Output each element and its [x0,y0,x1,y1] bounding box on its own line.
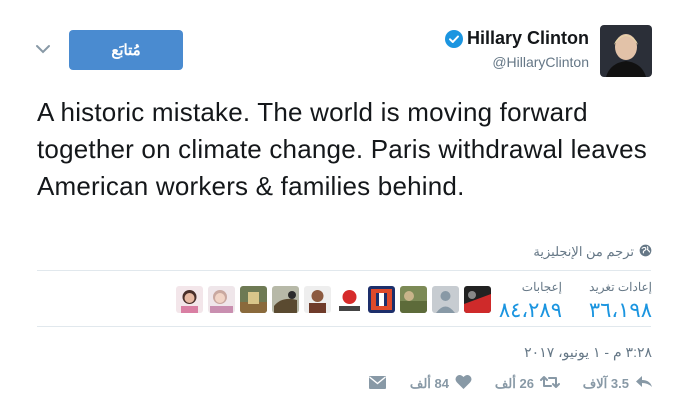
heart-icon [455,374,472,393]
avatar[interactable] [600,25,652,77]
display-name[interactable]: Hillary Clinton [467,28,589,49]
retweets-value[interactable]: ٣٦،١٩٨ [589,298,652,323]
globe-icon [639,244,652,260]
translate-label[interactable]: ترجم من الإنجليزية [533,244,634,260]
retweet-count: 26 ألف [494,375,534,391]
tweet-timestamp[interactable]: ٣:٢٨ م - ١ يونيو، ٢٠١٧ [524,344,652,361]
likes-stat[interactable]: إعجابات ٨٤،٢٨٩ [499,280,562,323]
divider [37,326,651,327]
liker-avatar[interactable] [464,286,491,313]
author-name[interactable]: Hillary Clinton [444,28,589,49]
reply-count: 3.5 آلاف [582,375,629,391]
liker-avatar[interactable] [336,286,363,313]
liker-avatar[interactable] [304,286,331,313]
direct-message-button[interactable] [368,375,387,393]
liker-avatar[interactable] [432,286,459,313]
like-count: 84 ألف [409,375,449,391]
liker-avatar[interactable] [240,286,267,313]
following-button[interactable]: مُتابَع [69,30,183,70]
liker-avatar[interactable] [176,286,203,313]
user-handle[interactable]: @HillaryClinton [492,54,589,70]
retweet-icon [539,374,560,393]
liker-avatar[interactable] [272,286,299,313]
reply-icon [635,374,653,393]
chevron-down-icon[interactable] [34,40,52,58]
likes-value[interactable]: ٨٤،٢٨٩ [499,298,562,323]
translate-link[interactable]: ترجم من الإنجليزية [533,244,652,260]
liker-avatar[interactable] [368,286,395,313]
reply-button[interactable]: 3.5 آلاف [583,374,653,393]
liker-avatar[interactable] [400,286,427,313]
likes-label: إعجابات [521,280,562,294]
retweets-stat[interactable]: إعادات تغريد ٣٦،١٩٨ [589,280,652,323]
tweet-actions: 3.5 آلاف 26 ألف 84 ألف [368,374,653,393]
retweet-button[interactable]: 26 ألف [495,374,560,393]
like-button[interactable]: 84 ألف [410,374,472,393]
verified-icon [444,29,463,48]
tweet-text: A historic mistake. The world is moving … [37,97,647,201]
divider [37,270,651,271]
retweets-label: إعادات تغريد [589,280,652,294]
liker-avatars [176,286,491,313]
liker-avatar[interactable] [208,286,235,313]
envelope-icon [368,375,387,393]
